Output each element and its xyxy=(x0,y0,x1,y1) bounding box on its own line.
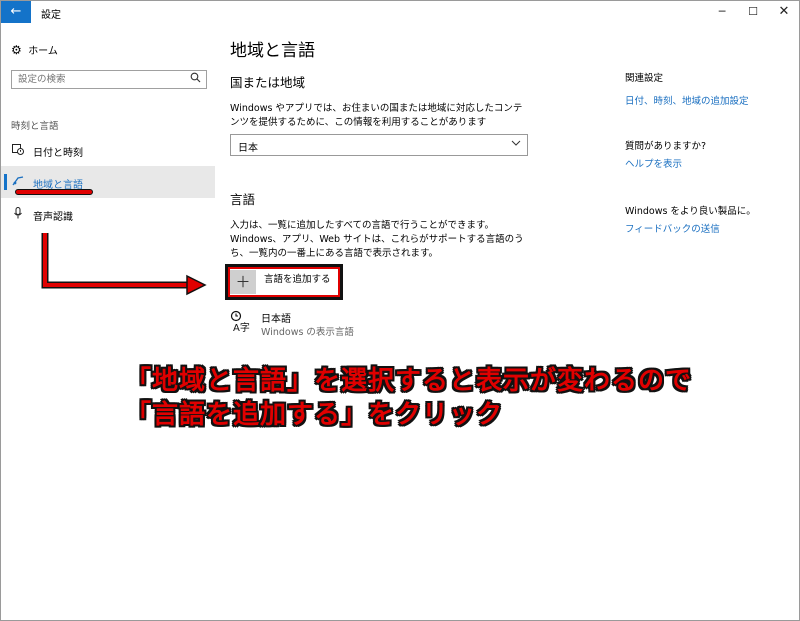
annotation-highlight-box xyxy=(225,264,343,300)
annotation-line-2: 「言語を追加する」をクリック xyxy=(125,400,504,430)
annotation-text: 「地域と言語」を選択すると表示が変わるので 「言語を追加する」をクリック xyxy=(125,364,692,432)
settings-window: ← 設定 ─ ☐ ✕ ⚙ ホーム 時刻と言語 日付と時刻 xyxy=(0,0,800,621)
annotation-arrow xyxy=(41,233,207,296)
annotation-line-1: 「地域と言語」を選択すると表示が変わるので xyxy=(125,366,693,396)
